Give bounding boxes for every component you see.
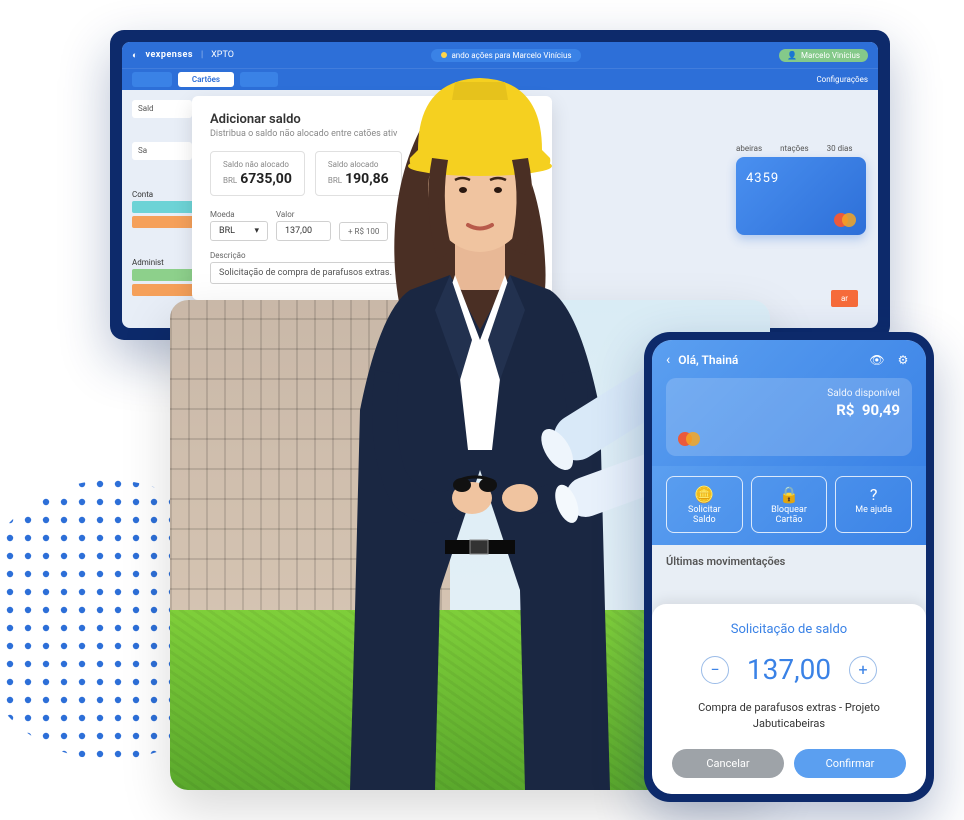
card-number: 4359	[746, 171, 856, 186]
hand-coin-icon: 🪙	[671, 485, 738, 504]
decrease-button[interactable]: −	[701, 656, 729, 684]
bg-box-sa: Sa	[132, 142, 192, 160]
tab-placeholder-1[interactable]	[132, 72, 172, 87]
bg-box-saldo: Sald	[132, 100, 192, 118]
action-block-card[interactable]: 🔒 Bloquear Cartão	[751, 476, 828, 533]
sheet-description: Compra de parafusos extras - Projeto Jab…	[672, 700, 906, 731]
desc-label: Descrição	[210, 251, 534, 260]
lock-icon: 🔒	[756, 485, 823, 504]
org-name: XPTO	[211, 50, 234, 60]
desc-value: Solicitação de compra de parafusos extra…	[219, 268, 392, 278]
description-group: Descrição Solicitação de compra de paraf…	[210, 251, 534, 284]
modal-subtitle: Distribua o saldo não alocado entre catõ…	[210, 129, 534, 139]
notice-pill: ando ações para Marcelo Vinícius	[431, 49, 581, 62]
phone-action-row: 🪙 Solicitar Saldo 🔒 Bloquear Cartão ? Me…	[652, 466, 926, 545]
cancel-button[interactable]: Cancelar	[672, 749, 784, 778]
action-request-label: Solicitar Saldo	[671, 506, 738, 526]
amount-group: Valor 137,00	[276, 210, 331, 241]
phone-inner: ‹ Olá, Thainá 👁 ⚙ Saldo disponível R$ 90…	[652, 340, 926, 794]
tab-settings[interactable]: Configurações	[816, 75, 868, 84]
quick-add-100[interactable]: + R$ 100	[339, 222, 388, 241]
greeting-text: Olá, Thainá	[678, 353, 860, 367]
currency-select[interactable]: BRL ▾	[210, 221, 268, 241]
desktop-window: ◐ vexpenses | XPTO ando ações para Marce…	[110, 30, 890, 340]
topbar: ◐ vexpenses | XPTO ando ações para Marce…	[122, 42, 878, 68]
allocated-label: Saldo alocado	[328, 160, 389, 169]
phone-balance-card[interactable]: Saldo disponível R$ 90,49	[666, 378, 912, 456]
balance-currency: R$	[836, 401, 854, 419]
mastercard-icon	[834, 213, 856, 227]
brand-name: vexpenses	[145, 50, 193, 60]
visibility-icon[interactable]: 👁	[868, 353, 886, 367]
notice-text: ando ações para Marcelo Vinícius	[451, 51, 571, 60]
currency-selected: BRL	[219, 226, 235, 236]
chevron-down-icon: ▾	[254, 226, 259, 236]
unallocated-label: Saldo não alocado	[223, 160, 292, 169]
divider: |	[201, 50, 203, 60]
sheet-amount: 137,00	[747, 653, 831, 686]
status-dot-icon	[441, 52, 447, 58]
allocated-balance-box: Saldo alocado BRL190,86	[315, 151, 402, 196]
tab-placeholder-2[interactable]	[240, 72, 278, 87]
unallocated-value: 6735,00	[240, 171, 292, 187]
card-section: abeiras ntações 30 dias 4359	[736, 144, 866, 235]
tab-cartoes[interactable]: Cartões	[178, 72, 234, 87]
modal-title: Adicionar saldo	[210, 112, 534, 127]
orange-action-button[interactable]: ar	[831, 290, 858, 307]
card-section-title: abeiras	[736, 144, 762, 153]
balance-label: Saldo disponível	[827, 388, 900, 399]
action-help[interactable]: ? Me ajuda	[835, 476, 912, 533]
quick-add-1000[interactable]: + R$ 1.000	[396, 222, 452, 241]
card-movements: ntações	[780, 144, 809, 153]
increase-button[interactable]: +	[849, 656, 877, 684]
allocated-value: 190,86	[345, 171, 389, 187]
tab-bar: Cartões Configurações	[122, 68, 878, 90]
add-balance-modal: Adicionar saldo Distribua o saldo não al…	[192, 96, 552, 300]
action-help-label: Me ajuda	[840, 506, 907, 516]
phone-window: ‹ Olá, Thainá 👁 ⚙ Saldo disponível R$ 90…	[644, 332, 934, 802]
card-period: 30 dias	[827, 144, 853, 153]
currency-label: Moeda	[210, 210, 268, 219]
user-chip[interactable]: 👤 Marcelo Vinícius	[779, 49, 868, 62]
user-name: Marcelo Vinícius	[801, 51, 860, 60]
description-input[interactable]: Solicitação de compra de parafusos extra…	[210, 262, 420, 284]
amount-input[interactable]: 137,00	[276, 221, 331, 241]
brand-logo-icon: ◐	[132, 50, 137, 61]
desktop-body: Sald Sa Conta Administ Adicionar saldo D…	[122, 90, 878, 328]
action-block-label: Bloquear Cartão	[756, 506, 823, 526]
amount-label: Valor	[276, 210, 331, 219]
mastercard-icon	[678, 432, 700, 446]
action-request-balance[interactable]: 🪙 Solicitar Saldo	[666, 476, 743, 533]
balance-value: 90,49	[862, 401, 900, 419]
user-icon: 👤	[787, 51, 797, 60]
unallocated-balance-box: Saldo não alocado BRL6735,00	[210, 151, 305, 196]
desktop-inner: ◐ vexpenses | XPTO ando ações para Marce…	[122, 42, 878, 328]
sheet-title: Solicitação de saldo	[672, 622, 906, 637]
back-icon[interactable]: ‹	[666, 352, 670, 368]
confirm-button[interactable]: Confirmar	[794, 749, 906, 778]
movements-title: Últimas movimentações	[652, 545, 926, 578]
currency-prefix-2: BRL	[328, 176, 342, 185]
phone-header: ‹ Olá, Thainá 👁 ⚙ Saldo disponível R$ 90…	[652, 340, 926, 466]
currency-group: Moeda BRL ▾	[210, 210, 268, 241]
credit-card[interactable]: 4359	[736, 157, 866, 235]
currency-prefix: BRL	[223, 176, 237, 185]
request-balance-sheet: Solicitação de saldo − 137,00 + Compra d…	[652, 604, 926, 794]
help-icon: ?	[840, 485, 907, 504]
gear-icon[interactable]: ⚙	[894, 353, 912, 367]
amount-value: 137,00	[285, 226, 312, 236]
